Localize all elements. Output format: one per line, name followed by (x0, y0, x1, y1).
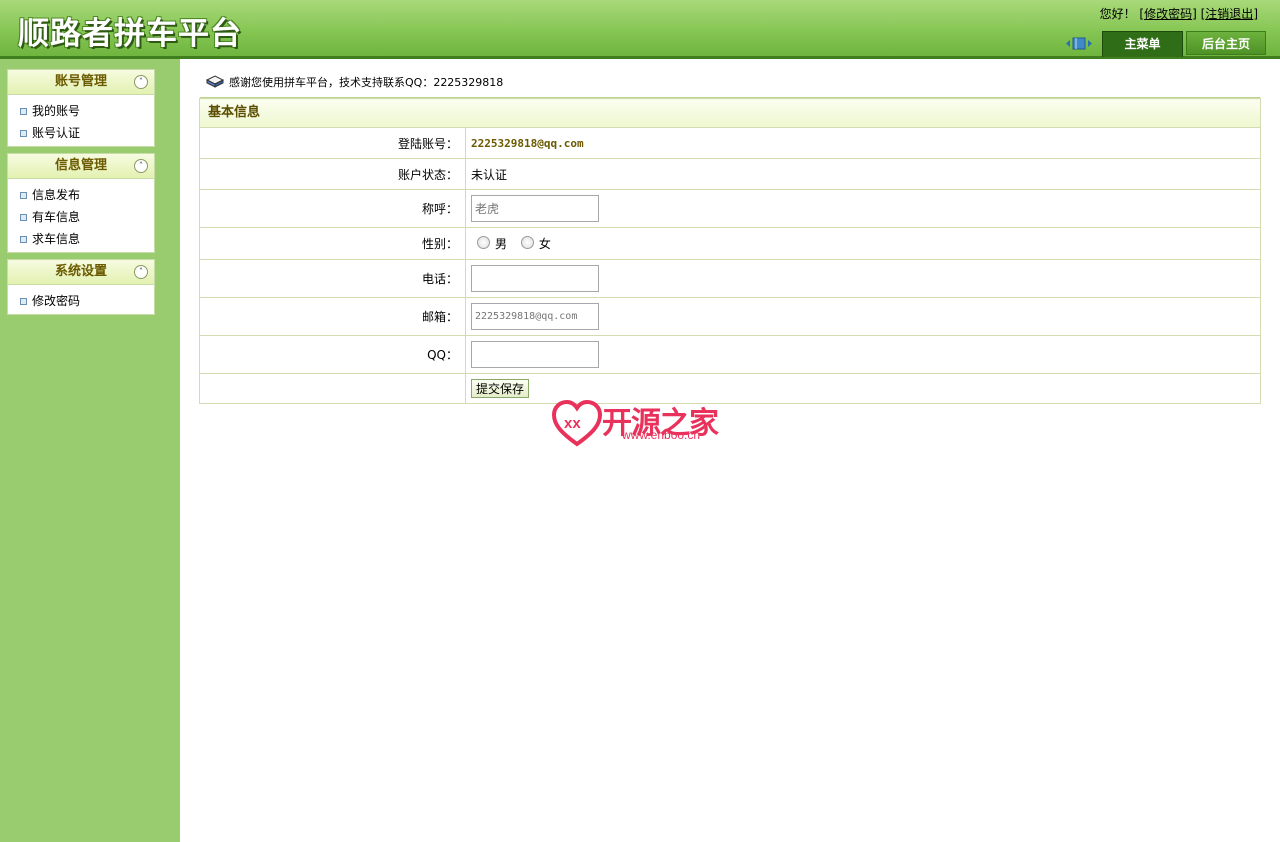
site-logo: 顺路者拼车平台 (18, 16, 242, 52)
sidebar-item-publish-info[interactable]: 信息发布 (8, 184, 154, 206)
table-row: 性别： 男 女 (199, 227, 1261, 260)
bullet-icon (20, 130, 27, 137)
table-row: 邮箱： (199, 297, 1261, 336)
bullet-icon (20, 192, 27, 199)
user-greeting: 您好！ [修改密码] [注销退出] (1099, 7, 1258, 21)
bullet-icon (20, 236, 27, 243)
sidebar-item-my-account[interactable]: 我的账号 (8, 100, 154, 122)
sidebar-panel-settings: 系统设置 ˄ 修改密码 (7, 259, 155, 315)
basic-info-table: 基本信息 登陆账号： 2225329818@qq.com 账户状态： 未认证 称… (199, 98, 1261, 404)
field-label: 性别： (199, 227, 466, 260)
gender-female-radio[interactable] (520, 236, 534, 249)
field-label: 称呼： (199, 189, 466, 228)
tab-admin-home[interactable]: 后台主页 (1186, 31, 1266, 55)
nickname-input[interactable] (471, 195, 599, 222)
sidebar-panel-title: 系统设置 (54, 264, 107, 279)
collapse-icon[interactable]: ˄ (134, 265, 148, 279)
section-title: 基本信息 (199, 98, 1261, 128)
collapse-icon[interactable]: ˄ (134, 75, 148, 89)
table-row: QQ： (199, 335, 1261, 374)
sidebar-item-account-verify[interactable]: 账号认证 (8, 122, 154, 144)
sidebar-panel-title: 信息管理 (54, 158, 107, 173)
table-row: 电话： (199, 259, 1261, 298)
email-input[interactable] (471, 303, 599, 330)
sidebar-item-label: 有车信息 (32, 210, 81, 224)
watermark-url: www.enboo.cn (622, 428, 701, 442)
sidebar-item-label: 求车信息 (32, 232, 81, 246)
field-label: QQ： (199, 335, 466, 374)
sidebar-item-label: 信息发布 (32, 188, 81, 202)
sidebar-panel-info: 信息管理 ˄ 信息发布 有车信息 求车信息 (7, 153, 155, 253)
login-account-value: 2225329818@qq.com (471, 137, 584, 150)
submit-save-button[interactable]: 提交保存 (471, 379, 530, 398)
sidebar-item-label: 账号认证 (32, 126, 81, 140)
phone-input[interactable] (471, 265, 599, 292)
support-notice: 感谢您使用拼车平台，技术支持联系QQ：2225329818 (206, 74, 503, 90)
watermark: xx 开源之家 www.enboo.cn (552, 398, 732, 450)
sidebar-item-label: 我的账号 (32, 104, 81, 118)
sidebar-item-label: 修改密码 (32, 294, 81, 308)
sidebar-panel-account: 账号管理 ˄ 我的账号 账号认证 (7, 69, 155, 147)
collapse-icon[interactable]: ˄ (134, 159, 148, 173)
sidebar-panel-header[interactable]: 账号管理 ˄ (8, 70, 154, 95)
sidebar: 账号管理 ˄ 我的账号 账号认证 信息管理 ˄ 信息发布 有车信息 求车信息 系… (0, 59, 180, 842)
header-bar: 顺路者拼车平台 您好！ [修改密码] [注销退出] 主菜单 后台主页 (0, 0, 1280, 59)
logout-link[interactable]: 注销退出 (1205, 7, 1253, 21)
gender-male-radio[interactable] (477, 236, 490, 249)
sidebar-panel-header[interactable]: 信息管理 ˄ (8, 154, 154, 179)
notice-text: 感谢您使用拼车平台，技术支持联系QQ：2225329818 (229, 76, 504, 89)
account-status-value: 未认证 (465, 158, 1261, 190)
gender-female-label: 女 (538, 237, 551, 251)
change-password-link[interactable]: 修改密码 (1144, 7, 1192, 21)
sidebar-panel-title: 账号管理 (54, 74, 107, 89)
nav-arrows-icon[interactable] (1066, 37, 1092, 50)
svg-text:xx: xx (564, 415, 581, 432)
greeting-text: 您好！ (1099, 7, 1136, 21)
field-label: 账户状态： (199, 158, 466, 190)
sidebar-item-change-password[interactable]: 修改密码 (8, 290, 154, 312)
tab-main-menu[interactable]: 主菜单 (1102, 31, 1183, 57)
table-row: 称呼： (199, 189, 1261, 228)
table-row: 账户状态： 未认证 (199, 158, 1261, 190)
field-label: 电话： (199, 259, 466, 298)
book-icon (206, 75, 224, 88)
heart-logo-icon: xx (552, 400, 602, 447)
gender-male-label: 男 (495, 237, 508, 251)
sidebar-item-car-requests[interactable]: 求车信息 (8, 228, 154, 250)
field-label: 邮箱： (199, 297, 466, 336)
field-label: 登陆账号： (199, 127, 466, 159)
sidebar-panel-header[interactable]: 系统设置 ˄ (8, 260, 154, 285)
table-row: 登陆账号： 2225329818@qq.com (199, 127, 1261, 159)
bullet-icon (20, 108, 27, 115)
empty-cell (199, 373, 466, 404)
bullet-icon (20, 214, 27, 221)
qq-input[interactable] (471, 341, 599, 368)
bullet-icon (20, 298, 27, 305)
sidebar-item-car-offers[interactable]: 有车信息 (8, 206, 154, 228)
